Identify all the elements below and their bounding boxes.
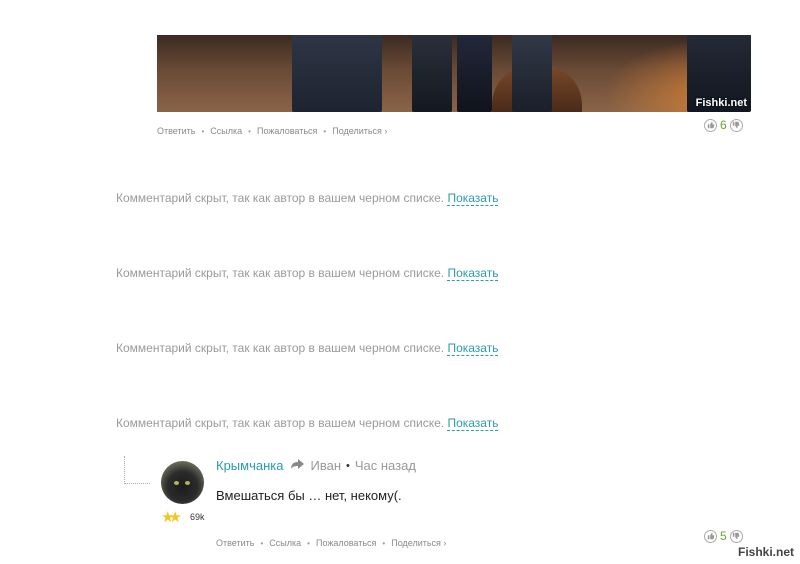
show-hidden-comment-link[interactable]: Показать xyxy=(447,341,499,356)
comment-header: Крымчанка Иван • Час назад xyxy=(216,458,416,473)
separator-dot: • xyxy=(323,126,327,136)
separator-dot: • xyxy=(382,538,386,548)
vote-count: 6 xyxy=(720,118,727,132)
photo-person xyxy=(292,35,382,112)
reply-to-user-link[interactable]: Иван xyxy=(310,458,341,473)
hidden-comment-text: Комментарий скрыт, так как автор в вашем… xyxy=(116,416,445,430)
hidden-comment-text: Комментарий скрыт, так как автор в вашем… xyxy=(116,191,445,205)
hidden-comment-text: Комментарий скрыт, так как автор в вашем… xyxy=(116,341,445,355)
show-hidden-comment-link[interactable]: Показать xyxy=(447,416,499,431)
star-icon: ★★ xyxy=(161,509,182,526)
thumb-up-icon[interactable] xyxy=(704,118,717,132)
hidden-comment-text: Комментарий скрыт, так как автор в вашем… xyxy=(116,266,445,280)
separator-dot: • xyxy=(201,126,205,136)
permalink-link[interactable]: Ссылка xyxy=(269,538,301,548)
show-hidden-comment-link[interactable]: Показать xyxy=(447,266,499,281)
thread-connector xyxy=(124,456,150,484)
thumb-down-icon[interactable] xyxy=(729,118,743,132)
site-watermark: Fishki.net xyxy=(737,545,794,559)
hidden-comment-notice: Комментарий скрыт, так как автор в вашем… xyxy=(116,416,499,431)
reply-arrow-icon xyxy=(291,458,305,473)
avatar[interactable] xyxy=(161,461,204,504)
permalink-link[interactable]: Ссылка xyxy=(210,126,242,136)
separator-dot: • xyxy=(260,538,264,548)
report-link[interactable]: Пожаловаться xyxy=(257,126,317,136)
comment-actions: Ответить • Ссылка • Пожаловаться • Подел… xyxy=(157,126,387,136)
show-hidden-comment-link[interactable]: Показать xyxy=(447,191,499,206)
share-link[interactable]: Поделиться › xyxy=(332,126,387,136)
avatar-detail xyxy=(185,481,190,485)
photo-credit: Fishki.net xyxy=(695,97,747,109)
vote-widget: 5 xyxy=(704,529,743,543)
comment-author-link[interactable]: Крымчанка xyxy=(216,458,283,473)
comment-timestamp[interactable]: Час назад xyxy=(355,458,416,473)
separator-dot: • xyxy=(307,538,310,548)
hidden-comment-notice: Комментарий скрыт, так как автор в вашем… xyxy=(116,341,499,356)
thumb-up-icon[interactable] xyxy=(704,529,717,543)
photo-person xyxy=(512,35,552,112)
photo-person xyxy=(412,35,452,112)
comment-actions: Ответить • Ссылка • Пожаловаться • Подел… xyxy=(216,538,446,548)
vote-count: 5 xyxy=(720,529,727,543)
thumb-down-icon[interactable] xyxy=(729,529,743,543)
separator-dot: • xyxy=(248,126,251,136)
karma-count: 69k xyxy=(190,512,205,522)
separator-dot: • xyxy=(346,459,350,472)
avatar-detail xyxy=(174,481,179,485)
hidden-comment-notice: Комментарий скрыт, так как автор в вашем… xyxy=(116,266,499,281)
comment-photo[interactable]: Fishki.net xyxy=(157,35,751,112)
share-link[interactable]: Поделиться › xyxy=(391,538,446,548)
photo-person xyxy=(457,35,492,112)
reply-link[interactable]: Ответить xyxy=(157,126,195,136)
hidden-comment-notice: Комментарий скрыт, так как автор в вашем… xyxy=(116,191,499,206)
report-link[interactable]: Пожаловаться xyxy=(316,538,376,548)
comment-body: Вмешаться бы … нет, некому(. xyxy=(216,488,402,503)
reply-link[interactable]: Ответить xyxy=(216,538,254,548)
vote-widget: 6 xyxy=(704,118,743,132)
